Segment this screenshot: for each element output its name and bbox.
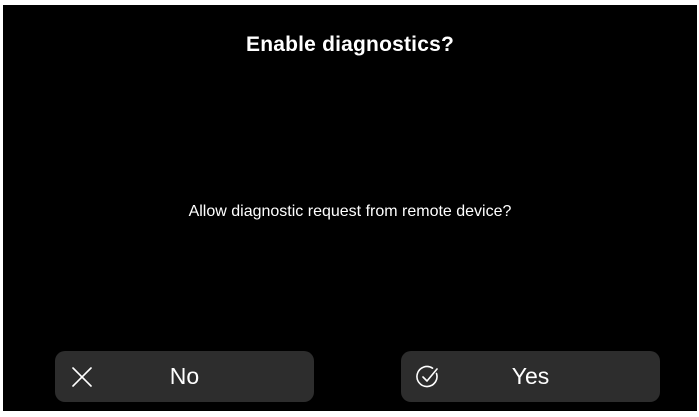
no-button-label: No bbox=[169, 363, 200, 389]
dialog-title: Enable diagnostics? bbox=[245, 33, 454, 56]
diagnostics-dialog: Enable diagnostics? Allow diagnostic req… bbox=[3, 5, 697, 411]
no-button[interactable]: No bbox=[55, 351, 314, 402]
yes-button-label: Yes bbox=[511, 363, 550, 389]
dialog-message: Allow diagnostic request from remote dev… bbox=[188, 203, 512, 220]
yes-button[interactable]: Yes bbox=[401, 351, 660, 402]
